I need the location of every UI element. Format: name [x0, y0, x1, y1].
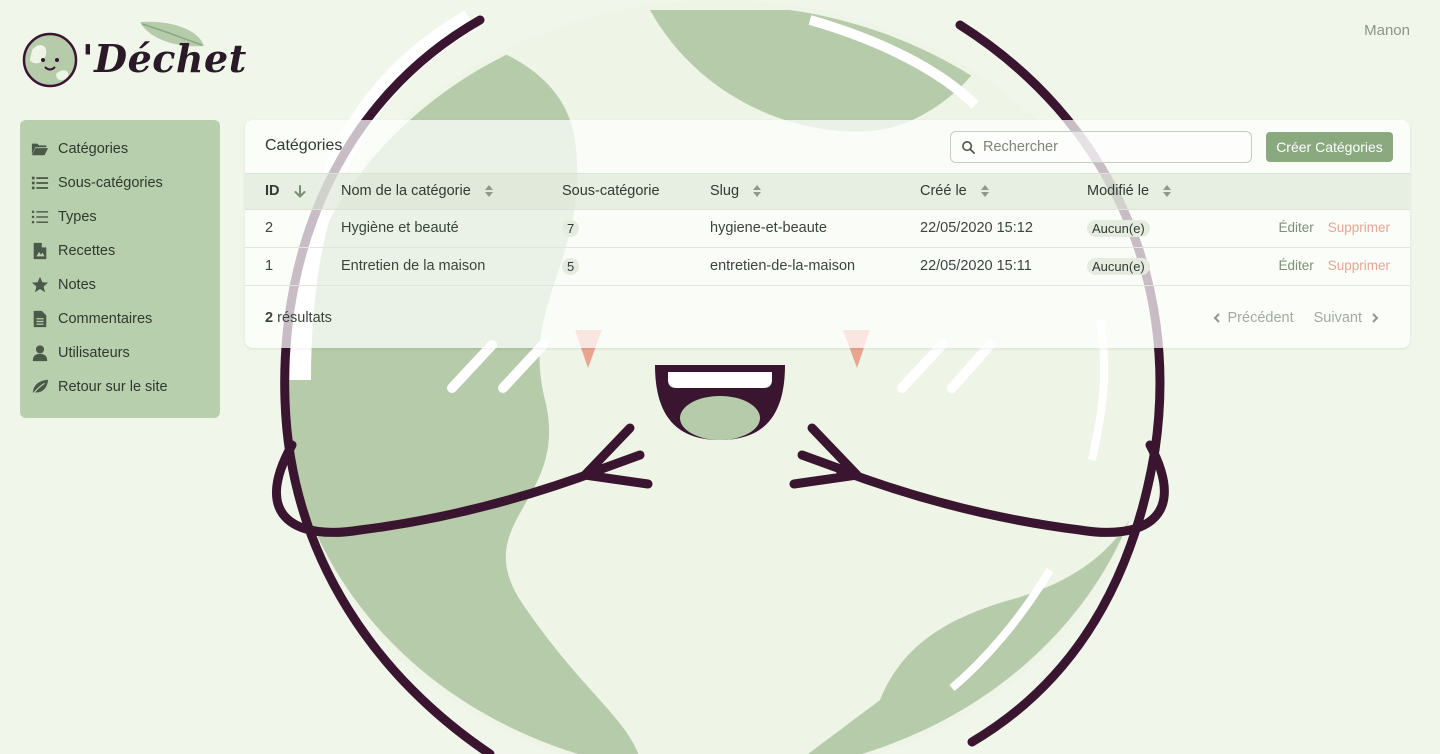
sidebar-item-label: Types — [58, 209, 97, 225]
file-image-icon — [30, 241, 50, 261]
cell-name: Entretien de la maison — [341, 258, 486, 274]
globe-logo-icon — [22, 32, 78, 88]
column-header-subcategory: Sous-catégorie — [562, 174, 710, 209]
column-header-name[interactable]: Nom de la catégorie — [341, 174, 562, 209]
column-header-label: Nom de la catégorie — [341, 183, 471, 200]
chevron-right-icon — [1372, 312, 1379, 323]
results-number: 2 — [265, 309, 274, 326]
modified-badge: Aucun(e) — [1087, 219, 1150, 237]
logo-text: 'Déchet — [82, 36, 247, 81]
logo[interactable]: 'Déchet — [20, 20, 246, 90]
folder-open-icon — [30, 139, 50, 159]
delete-link[interactable]: Supprimer — [1328, 220, 1390, 235]
star-icon — [30, 275, 50, 295]
cell-slug: entretien-de-la-maison — [710, 258, 856, 274]
list-icon — [30, 207, 50, 227]
sidebar-item-label: Catégories — [58, 141, 129, 157]
sidebar-item-back-to-site[interactable]: Retour sur le site — [20, 370, 220, 404]
sidebar-item-comments[interactable]: Commentaires — [20, 302, 220, 336]
column-header-slug[interactable]: Slug — [710, 174, 920, 209]
next-page-label: Suivant — [1313, 309, 1362, 326]
sidebar-item-notes[interactable]: Notes — [20, 268, 220, 302]
column-header-label: Slug — [710, 183, 740, 200]
cell-created: 22/05/2020 15:11 — [920, 258, 1032, 274]
sort-icon — [753, 185, 762, 198]
modified-badge: Aucun(e) — [1087, 257, 1150, 275]
sidebar: Catégories Sous-catégories Types Recette… — [20, 120, 220, 418]
cell-slug: hygiene-et-beaute — [710, 220, 827, 236]
next-page-button[interactable]: Suivant — [1314, 310, 1380, 326]
sidebar-item-users[interactable]: Utilisateurs — [20, 336, 220, 370]
subcategory-count-badge: 7 — [562, 219, 580, 237]
delete-link[interactable]: Supprimer — [1328, 258, 1390, 273]
user-menu[interactable]: Manon — [1364, 22, 1410, 39]
create-category-button[interactable]: Créer Catégories — [1266, 132, 1393, 162]
sidebar-item-recipes[interactable]: Recettes — [20, 234, 220, 268]
search-box — [950, 131, 1252, 163]
results-label: résultats — [277, 309, 332, 326]
column-header-id[interactable]: ID — [245, 174, 341, 209]
results-count: 2 résultats — [265, 310, 332, 326]
subcategory-count-badge: 5 — [562, 257, 580, 275]
column-header-created[interactable]: Créé le — [920, 174, 1087, 209]
file-text-icon — [30, 309, 50, 329]
sidebar-item-categories[interactable]: Catégories — [20, 132, 220, 166]
arrow-down-icon — [294, 184, 306, 198]
sidebar-item-label: Notes — [58, 277, 96, 293]
sidebar-item-label: Sous-catégories — [58, 175, 163, 191]
column-header-label: Modifié le — [1087, 183, 1150, 200]
sort-icon — [1163, 185, 1172, 198]
sort-icon — [980, 185, 989, 198]
list-icon — [30, 173, 50, 193]
categories-table: ID Nom de la catégorie Sous-catégorie Sl… — [245, 174, 1410, 286]
edit-link[interactable]: Éditer — [1278, 258, 1313, 273]
search-icon — [962, 141, 975, 154]
categories-panel: Catégories Créer Catégories ID Nom de la… — [245, 120, 1410, 348]
panel-footer: 2 résultats Précédent Suivant — [245, 286, 1410, 348]
page-title: Catégories — [265, 137, 343, 154]
column-header-label: ID — [265, 183, 280, 200]
sidebar-item-subcategories[interactable]: Sous-catégories — [20, 166, 220, 200]
column-header-label: Sous-catégorie — [562, 183, 660, 200]
cell-name: Hygiène et beauté — [341, 220, 459, 236]
user-icon — [30, 343, 50, 363]
search-input[interactable] — [983, 132, 1245, 162]
leaf-icon — [30, 377, 50, 397]
table-row: 2 Hygiène et beauté 7 hygiene-et-beaute … — [245, 209, 1410, 247]
sidebar-item-label: Recettes — [58, 243, 116, 259]
previous-page-button[interactable]: Précédent — [1212, 310, 1294, 326]
cell-id: 1 — [265, 258, 274, 274]
column-header-actions — [1267, 174, 1410, 209]
cell-id: 2 — [265, 220, 274, 236]
edit-link[interactable]: Éditer — [1278, 220, 1313, 235]
sidebar-item-label: Retour sur le site — [58, 379, 168, 395]
column-header-modified[interactable]: Modifié le — [1087, 174, 1267, 209]
sort-icon — [484, 185, 493, 198]
sidebar-item-label: Utilisateurs — [58, 345, 130, 361]
table-header-row: ID Nom de la catégorie Sous-catégorie Sl… — [245, 174, 1410, 209]
pagination: Précédent Suivant — [1212, 310, 1380, 326]
chevron-left-icon — [1213, 312, 1220, 323]
column-header-label: Créé le — [920, 183, 967, 200]
cell-created: 22/05/2020 15:12 — [920, 220, 1033, 236]
sidebar-item-types[interactable]: Types — [20, 200, 220, 234]
sidebar-item-label: Commentaires — [58, 311, 153, 327]
previous-page-label: Précédent — [1227, 309, 1294, 326]
table-row: 1 Entretien de la maison 5 entretien-de-… — [245, 247, 1410, 285]
panel-header: Catégories Créer Catégories — [245, 120, 1410, 174]
